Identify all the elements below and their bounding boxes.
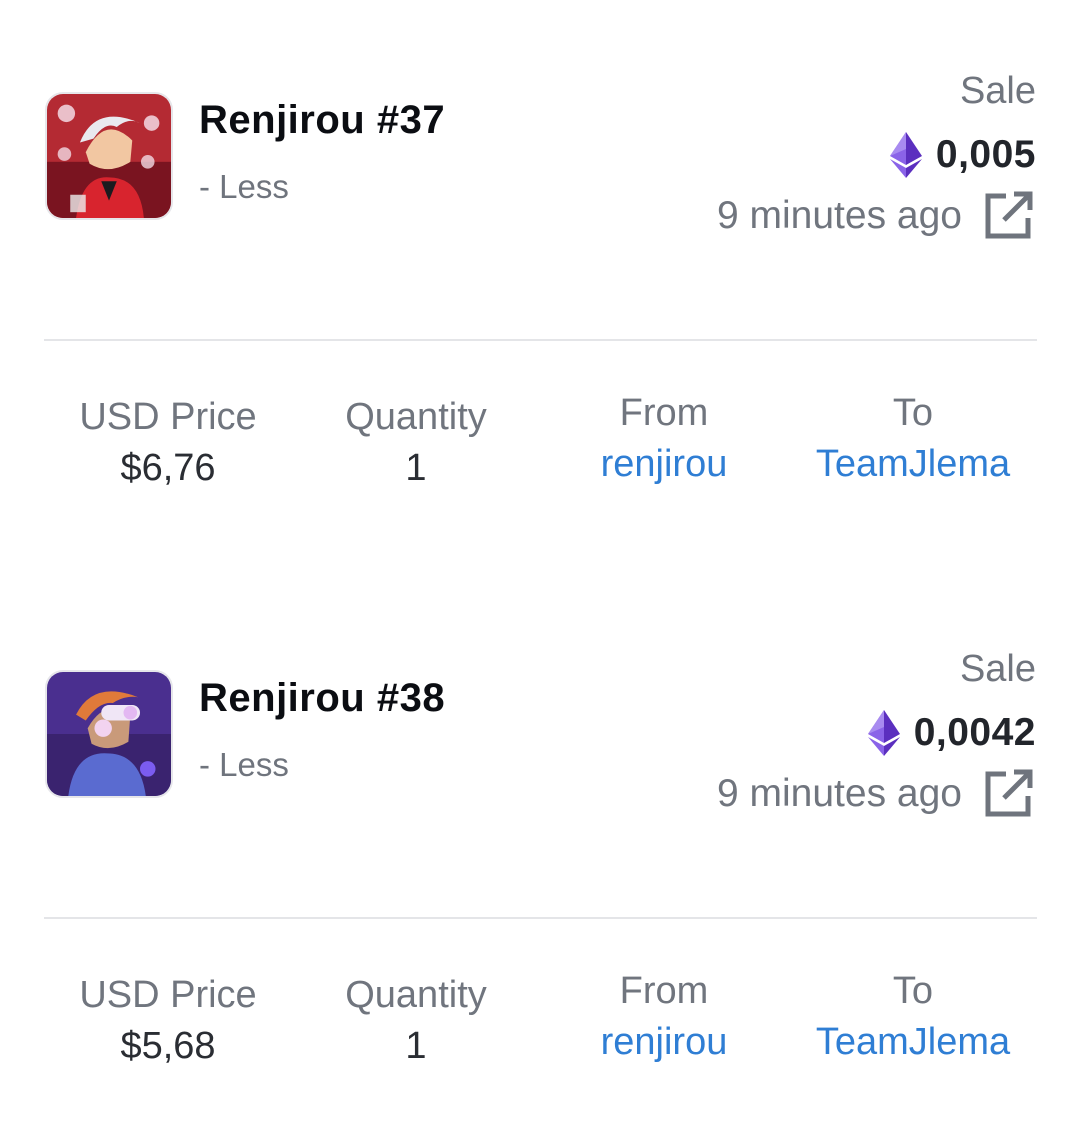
quantity-column: Quantity 1 bbox=[316, 974, 516, 1068]
to-label: To bbox=[892, 970, 934, 1012]
to-column: To TeamJlema bbox=[792, 392, 1034, 486]
nft-artwork-image bbox=[47, 672, 171, 796]
sale-price: 0,005 bbox=[935, 133, 1036, 176]
from-link[interactable]: renjirou bbox=[564, 443, 764, 486]
nft-title[interactable]: Renjirou #37 bbox=[199, 98, 445, 143]
nft-artwork-image bbox=[47, 94, 171, 218]
usd-price-label: USD Price bbox=[79, 396, 257, 438]
divider bbox=[44, 339, 1037, 341]
from-label: From bbox=[619, 970, 709, 1012]
usd-price-column: USD Price $5,68 bbox=[68, 974, 268, 1068]
nft-title[interactable]: Renjirou #38 bbox=[199, 676, 445, 721]
nft-thumbnail[interactable] bbox=[45, 670, 173, 798]
toggle-less-button[interactable]: - Less bbox=[199, 746, 289, 784]
quantity-label: Quantity bbox=[345, 396, 487, 438]
external-link-icon[interactable] bbox=[980, 188, 1036, 244]
to-link[interactable]: TeamJlema bbox=[792, 1021, 1034, 1064]
nft-thumbnail[interactable] bbox=[45, 92, 173, 220]
usd-price-column: USD Price $6,76 bbox=[68, 396, 268, 490]
quantity-value: 1 bbox=[405, 447, 427, 489]
from-label: From bbox=[619, 392, 709, 434]
timestamp: 9 minutes ago bbox=[717, 194, 962, 237]
usd-price-value: $6,76 bbox=[120, 447, 216, 489]
usd-price-value: $5,68 bbox=[120, 1025, 216, 1067]
from-column: From renjirou bbox=[564, 970, 764, 1064]
from-column: From renjirou bbox=[564, 392, 764, 486]
external-link-icon[interactable] bbox=[980, 766, 1036, 822]
ethereum-icon bbox=[889, 132, 922, 178]
event-type-label: Sale bbox=[959, 648, 1036, 690]
price-row: 0,005 bbox=[889, 130, 1036, 180]
usd-price-label: USD Price bbox=[79, 974, 257, 1016]
time-row: 9 minutes ago bbox=[717, 766, 1036, 822]
sale-price: 0,0042 bbox=[913, 711, 1036, 754]
to-label: To bbox=[892, 392, 934, 434]
from-link[interactable]: renjirou bbox=[564, 1021, 764, 1064]
time-row: 9 minutes ago bbox=[717, 188, 1036, 244]
divider bbox=[44, 917, 1037, 919]
ethereum-icon bbox=[867, 710, 900, 756]
quantity-column: Quantity 1 bbox=[316, 396, 516, 490]
quantity-value: 1 bbox=[405, 1025, 427, 1067]
quantity-label: Quantity bbox=[345, 974, 487, 1016]
to-column: To TeamJlema bbox=[792, 970, 1034, 1064]
event-type-label: Sale bbox=[959, 70, 1036, 112]
to-link[interactable]: TeamJlema bbox=[792, 443, 1034, 486]
price-row: 0,0042 bbox=[867, 708, 1036, 758]
timestamp: 9 minutes ago bbox=[717, 772, 962, 815]
toggle-less-button[interactable]: - Less bbox=[199, 168, 289, 206]
